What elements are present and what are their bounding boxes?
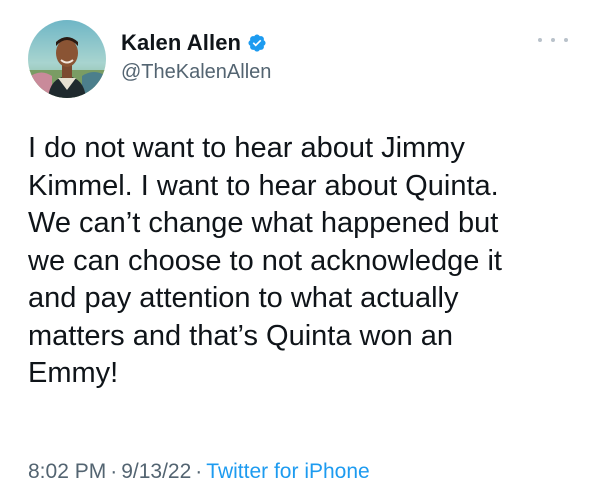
- tweet-text: I do not want to hear about Jimmy Kimmel…: [28, 132, 502, 389]
- more-dots-icon[interactable]: [538, 30, 568, 50]
- more-dot: [551, 38, 555, 42]
- display-name[interactable]: Kalen Allen: [121, 30, 241, 56]
- author-handle[interactable]: @TheKalenAllen: [121, 61, 271, 84]
- verified-badge-icon: [247, 33, 267, 53]
- more-dot: [564, 38, 568, 42]
- avatar[interactable]: [28, 20, 106, 98]
- tweet-time[interactable]: 8:02 PM: [28, 460, 106, 483]
- meta-separator: ·: [195, 460, 203, 483]
- tweet-card: Kalen Allen @TheKalenAllen I do not want…: [0, 0, 595, 502]
- tweet-date[interactable]: 9/13/22: [121, 460, 191, 483]
- tweet-meta: 8:02 PM · 9/13/22 · Twitter for iPhone: [28, 460, 370, 484]
- tweet-source-link[interactable]: Twitter for iPhone: [206, 460, 369, 483]
- meta-separator: ·: [110, 460, 118, 483]
- more-dot: [538, 38, 542, 42]
- author-name-row[interactable]: Kalen Allen: [121, 30, 267, 56]
- avatar-image: [28, 20, 106, 98]
